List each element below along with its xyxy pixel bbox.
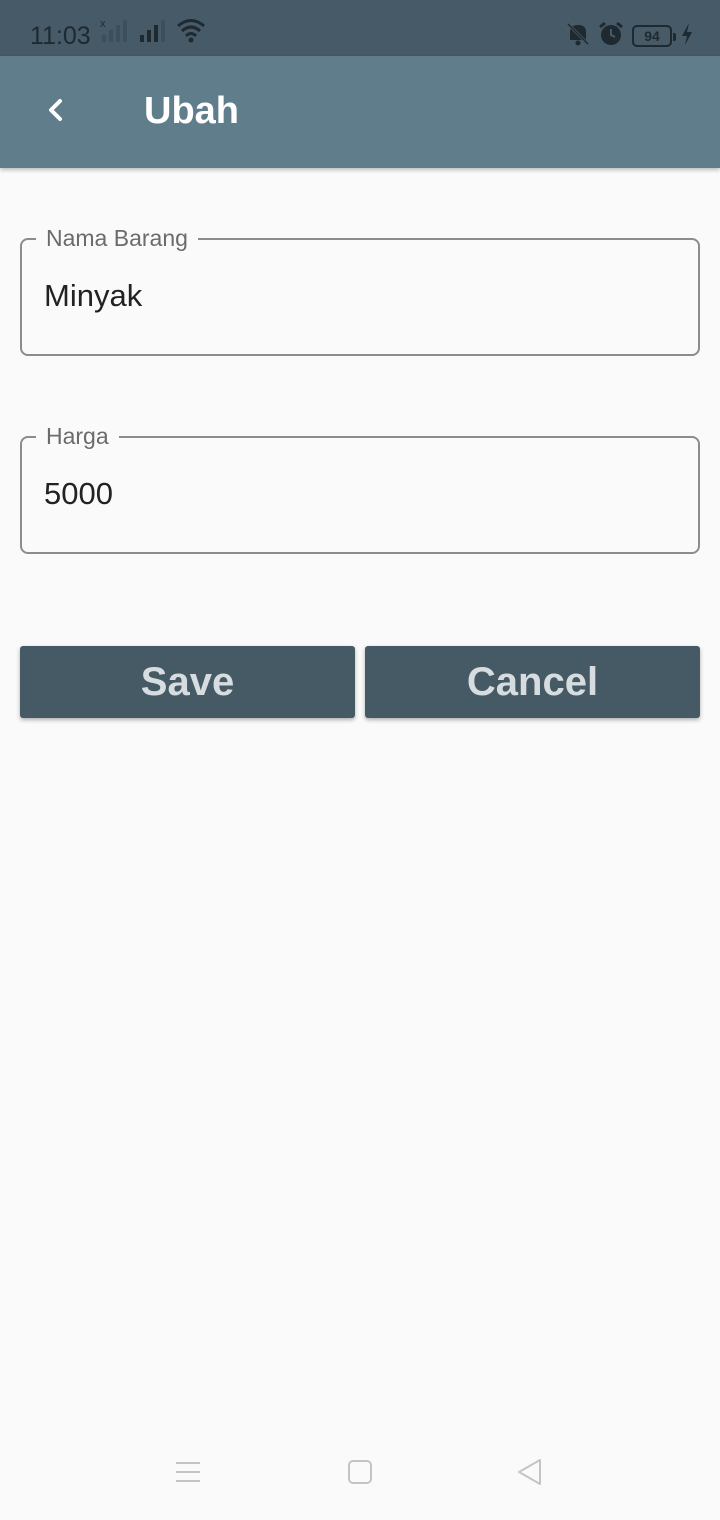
page-title: Ubah (144, 90, 239, 132)
navigation-bar (0, 1430, 720, 1520)
signal-icon (138, 17, 168, 48)
harga-label: Harga (36, 422, 119, 450)
nama-barang-label: Nama Barang (36, 224, 198, 252)
bell-off-icon (566, 21, 590, 52)
wifi-icon (176, 17, 206, 48)
harga-input[interactable] (44, 472, 664, 516)
alarm-icon (598, 21, 624, 52)
status-time: 11:03 (30, 22, 91, 50)
back-triangle-icon (515, 1457, 545, 1492)
charging-icon (680, 22, 694, 51)
nav-back-button[interactable] (500, 1444, 560, 1504)
battery-level: 94 (644, 28, 660, 44)
save-button[interactable]: Save (20, 646, 355, 718)
chevron-left-icon (42, 96, 70, 129)
sim-no-signal-icon: x (100, 17, 130, 48)
nama-barang-field: Nama Barang (20, 224, 700, 356)
nav-home-button[interactable] (330, 1444, 390, 1504)
status-bar: 11:03 x 94 (0, 0, 720, 56)
status-left-icons: x (100, 18, 206, 48)
screen: 11:03 x 94 Ubah Nama Barang Minyak Harga… (0, 0, 720, 1520)
cancel-button[interactable]: Cancel (365, 646, 700, 718)
nav-menu-button[interactable] (158, 1444, 218, 1504)
app-bar: Ubah (0, 56, 720, 168)
status-right-icons: 94 (566, 21, 694, 52)
nama-barang-input[interactable] (44, 274, 664, 318)
menu-icon (173, 1457, 203, 1492)
battery-icon: 94 (632, 25, 676, 47)
home-icon (345, 1457, 375, 1492)
svg-text:x: x (100, 18, 106, 30)
harga-field: Harga (20, 422, 700, 554)
back-button[interactable] (28, 84, 84, 140)
